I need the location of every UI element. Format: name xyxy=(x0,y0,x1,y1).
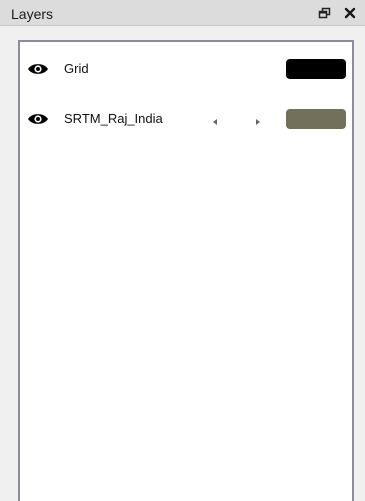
close-icon[interactable] xyxy=(343,7,357,20)
layer-list: Grid SRTM_Raj_India xyxy=(18,40,354,501)
arrow-right-icon[interactable] xyxy=(254,114,262,125)
panel-titlebar: Layers xyxy=(0,0,365,26)
panel-title: Layers xyxy=(11,6,54,22)
layer-name: Grid xyxy=(64,61,89,76)
layer-row-grid[interactable]: Grid xyxy=(20,49,352,89)
arrow-left-icon[interactable] xyxy=(211,114,219,125)
layer-color-swatch[interactable] xyxy=(286,109,346,129)
layer-row-srtm-raj-india[interactable]: SRTM_Raj_India xyxy=(20,99,352,139)
eye-icon[interactable] xyxy=(27,112,49,126)
layers-panel: Layers Grid SRTM_Raj_India xyxy=(0,0,365,501)
float-window-icon[interactable] xyxy=(318,7,332,20)
eye-icon[interactable] xyxy=(27,62,49,76)
layer-name: SRTM_Raj_India xyxy=(64,111,163,126)
layer-color-swatch[interactable] xyxy=(286,59,346,79)
